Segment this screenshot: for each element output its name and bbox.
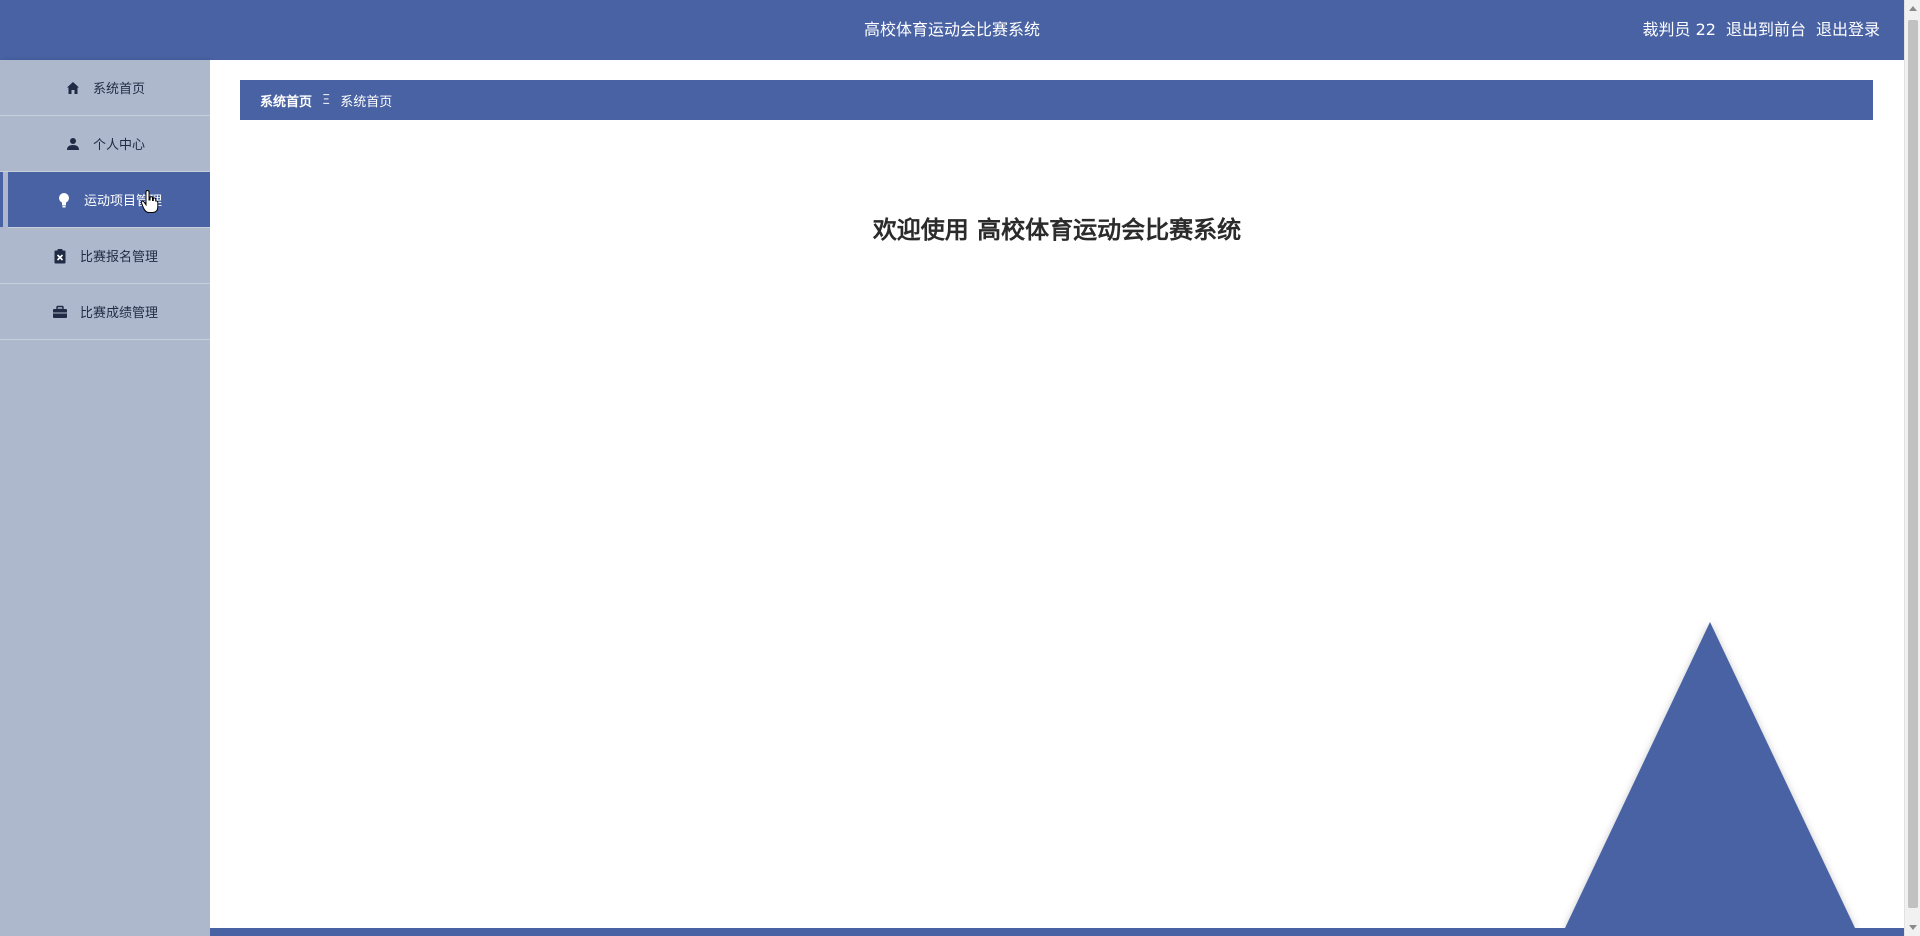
- user-actions: 裁判员 22 退出到前台 退出登录: [1643, 0, 1880, 60]
- main-content: 系统首页 Ξ 系统首页 欢迎使用 高校体育运动会比赛系统: [210, 60, 1904, 936]
- breadcrumb-separator: Ξ: [322, 92, 331, 108]
- breadcrumb: 系统首页 Ξ 系统首页: [240, 80, 1873, 120]
- decorative-triangle: [1565, 622, 1855, 928]
- sidebar-item-personal-center[interactable]: 个人中心: [0, 116, 210, 172]
- sidebar-item-label: 系统首页: [92, 82, 145, 97]
- breadcrumb-current: 系统首页: [340, 94, 393, 110]
- scrollbar-thumb[interactable]: [1908, 20, 1918, 908]
- hand-cursor-icon: [140, 190, 159, 213]
- exit-to-front-link[interactable]: 退出到前台: [1726, 0, 1806, 60]
- bottom-strip: [210, 928, 1904, 936]
- sidebar-item-results-management[interactable]: 比赛成绩管理: [0, 284, 210, 340]
- top-header: 高校体育运动会比赛系统 裁判员 22 退出到前台 退出登录: [0, 0, 1904, 60]
- scroll-up-icon[interactable]: [1909, 6, 1917, 11]
- logout-link[interactable]: 退出登录: [1816, 0, 1880, 60]
- sidebar-item-label: 比赛报名管理: [79, 250, 158, 265]
- sidebar-item-home[interactable]: 系统首页: [0, 60, 210, 116]
- sidebar: 系统首页 个人中心 运动项目管理 比赛报名管理 比赛成绩管理: [0, 60, 210, 936]
- user-label: 裁判员 22: [1642, 20, 1716, 39]
- vertical-scrollbar[interactable]: [1904, 0, 1920, 936]
- breadcrumb-home-link[interactable]: 系统首页: [260, 91, 312, 110]
- briefcase-icon: [52, 304, 68, 320]
- welcome-heading: 欢迎使用 高校体育运动会比赛系统: [872, 216, 1242, 244]
- sidebar-item-label: 比赛成绩管理: [79, 306, 158, 321]
- lightbulb-icon: [56, 192, 72, 208]
- clipboard-x-icon: [52, 248, 68, 264]
- home-icon: [65, 80, 81, 96]
- scroll-down-icon[interactable]: [1909, 925, 1917, 930]
- sidebar-item-registration-management[interactable]: 比赛报名管理: [0, 228, 210, 284]
- sidebar-item-label: 个人中心: [92, 138, 145, 153]
- sidebar-item-sports-management[interactable]: 运动项目管理: [0, 172, 210, 228]
- user-icon: [65, 136, 81, 152]
- app-title: 高校体育运动会比赛系统: [863, 20, 1040, 39]
